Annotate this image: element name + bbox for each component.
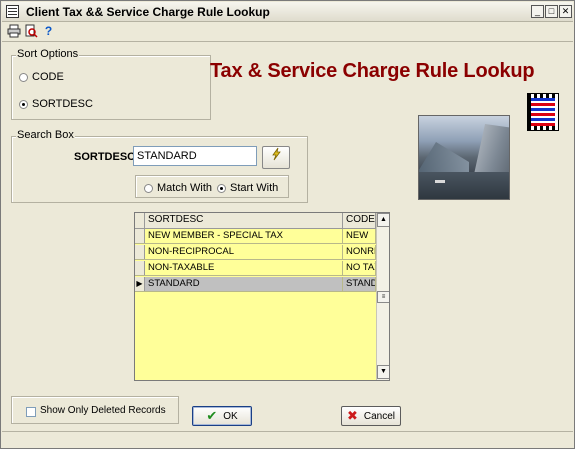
row-indicator: [135, 245, 145, 259]
sort-option-sortdesc[interactable]: SORTDESC: [19, 98, 93, 110]
cancel-button-label: Cancel: [363, 410, 396, 422]
toolbar: ?: [2, 22, 573, 42]
table-row[interactable]: NON-TAXABLE NO TAX: [135, 261, 376, 276]
cell-code[interactable]: NONREC: [343, 245, 376, 259]
cell-sortdesc[interactable]: NON-TAXABLE: [145, 261, 343, 275]
mountain-lake-photo: [418, 115, 510, 200]
cancel-button[interactable]: ✖ Cancel: [341, 406, 401, 426]
cell-code[interactable]: NO TAX: [343, 261, 376, 275]
start-with-label: Start With: [230, 182, 279, 194]
printer-icon[interactable]: [5, 23, 22, 40]
match-with-label: Match With: [157, 182, 213, 194]
search-box-label: Search Box: [16, 129, 75, 141]
window-title: Client Tax && Service Charge Rule Lookup: [26, 5, 270, 19]
column-header-code[interactable]: CODE: [343, 213, 376, 228]
table-row[interactable]: NEW MEMBER - SPECIAL TAX NEW: [135, 229, 376, 244]
close-button[interactable]: ✕: [559, 5, 572, 18]
ok-button-label: OK: [223, 410, 238, 422]
deleted-filter-group: Show Only Deleted Records: [11, 396, 179, 424]
title-bar[interactable]: Client Tax && Service Charge Rule Lookup…: [2, 2, 573, 22]
cell-sortdesc[interactable]: NEW MEMBER - SPECIAL TAX: [145, 229, 343, 243]
search-input[interactable]: [133, 146, 257, 166]
scroll-down-icon[interactable]: ▼: [377, 365, 389, 379]
radio-code[interactable]: [19, 72, 28, 82]
search-go-button[interactable]: [262, 146, 290, 169]
scroll-up-icon[interactable]: ▲: [377, 213, 389, 227]
match-mode-group: Match With Start With: [135, 175, 289, 198]
search-field-label: SORTDESC: [74, 151, 136, 163]
window-app-icon: [6, 5, 19, 18]
radio-start-with[interactable]: [217, 183, 226, 193]
ok-button[interactable]: ✔ OK: [192, 406, 252, 426]
cell-sortdesc[interactable]: STANDARD: [145, 277, 343, 291]
column-header-sortdesc[interactable]: SORTDESC: [145, 213, 343, 228]
x-icon: ✖: [346, 408, 358, 423]
status-bar: [2, 431, 573, 448]
checkmark-icon: ✔: [206, 408, 218, 423]
print-preview-icon[interactable]: [22, 23, 39, 40]
help-icon[interactable]: ?: [40, 23, 57, 40]
table-row-selected[interactable]: ▶ STANDARD STANDA: [135, 277, 376, 292]
show-deleted-label: Show Only Deleted Records: [40, 405, 166, 416]
row-indicator: [135, 261, 145, 275]
minimize-button[interactable]: _: [531, 5, 544, 18]
barcode-logo: [527, 93, 559, 131]
grid-vertical-scrollbar[interactable]: ▲ ≡ ▼: [376, 213, 389, 380]
maximize-button[interactable]: □: [545, 5, 558, 18]
cell-code[interactable]: NEW: [343, 229, 376, 243]
results-grid[interactable]: SORTDESC CODE NEW MEMBER - SPECIAL TAX N…: [134, 212, 390, 381]
cell-code[interactable]: STANDA: [343, 277, 376, 291]
sort-option-code[interactable]: CODE: [19, 71, 64, 83]
grid-header-indicator: [135, 213, 145, 228]
start-with-option[interactable]: Start With: [217, 182, 278, 194]
radio-sortdesc[interactable]: [19, 99, 28, 109]
lightning-icon: [272, 147, 281, 161]
sort-option-code-label: CODE: [32, 71, 64, 83]
match-with-option[interactable]: Match With: [144, 182, 212, 194]
show-deleted-checkbox[interactable]: [26, 407, 36, 417]
lookup-window: Client Tax && Service Charge Rule Lookup…: [0, 0, 575, 449]
scroll-thumb[interactable]: ≡: [377, 291, 389, 303]
cell-sortdesc[interactable]: NON-RECIPROCAL: [145, 245, 343, 259]
row-indicator: [135, 229, 145, 243]
sort-options-label: Sort Options: [16, 48, 80, 60]
table-row[interactable]: NON-RECIPROCAL NONREC: [135, 245, 376, 260]
grid-header: SORTDESC CODE: [135, 213, 376, 229]
page-heading: Tax & Service Charge Rule Lookup: [210, 60, 535, 82]
sort-options-group: Sort Options CODE SORTDESC: [11, 48, 211, 120]
sort-option-sortdesc-label: SORTDESC: [32, 98, 93, 110]
current-row-indicator: ▶: [135, 277, 145, 291]
radio-match-with[interactable]: [144, 183, 153, 193]
